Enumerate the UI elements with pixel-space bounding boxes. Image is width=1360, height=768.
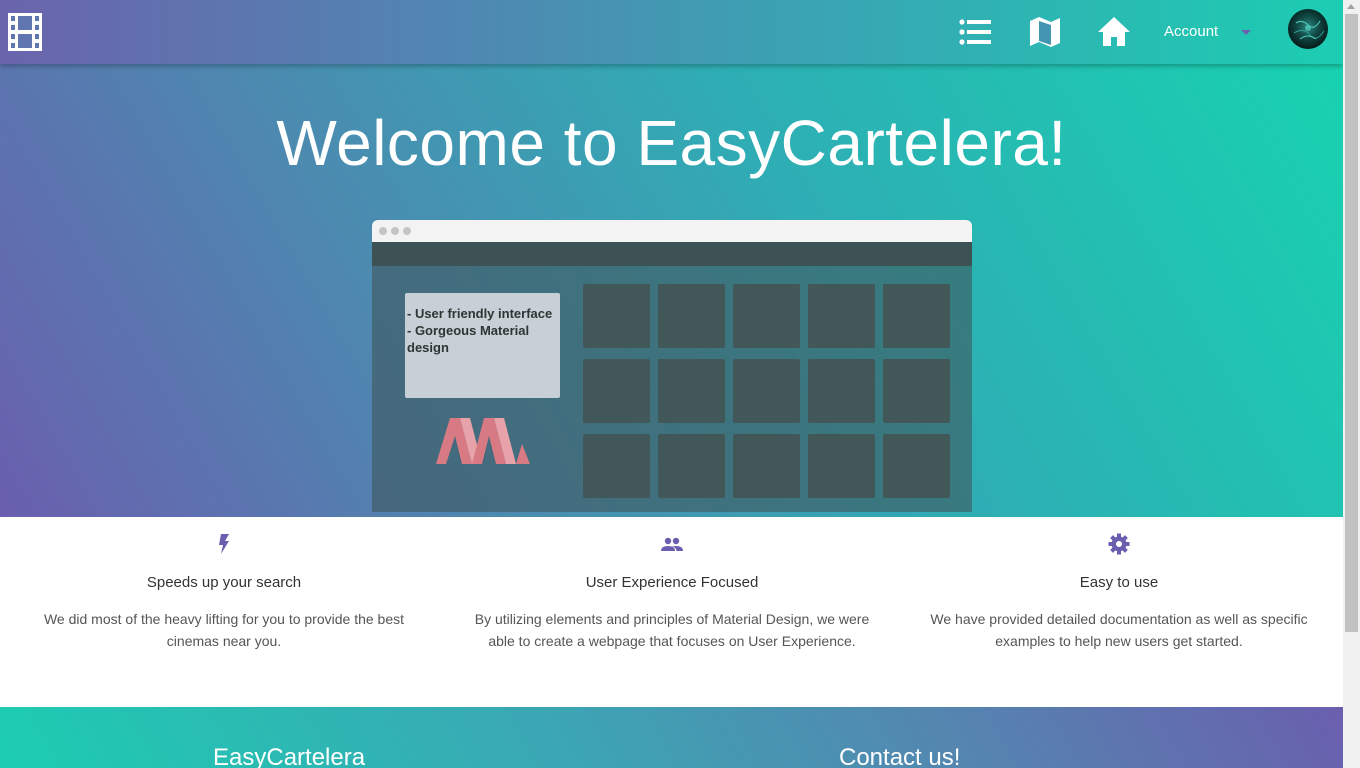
page: Welcome to EasyCartelera! - User friendl…: [0, 0, 1343, 768]
mockup-tile: [583, 434, 650, 498]
bolt-icon: [219, 534, 229, 554]
settings-icon: [1108, 533, 1130, 555]
hero-mockup-image: - User friendly interface - Gorgeous Mat…: [372, 220, 972, 512]
scrollbar-thumb[interactable]: [1345, 14, 1358, 632]
mockup-tile: [658, 284, 725, 348]
mockup-tile: [583, 284, 650, 348]
account-dropdown[interactable]: Account: [1164, 23, 1218, 40]
avatar[interactable]: [1288, 9, 1328, 49]
hero-section: Welcome to EasyCartelera! - User friendl…: [0, 0, 1343, 517]
group-icon: [661, 537, 683, 551]
window-dot: [379, 227, 387, 235]
home-icon[interactable]: [1096, 14, 1132, 50]
features-section: Speeds up your search We did most of the…: [0, 517, 1343, 707]
mockup-tile: [808, 284, 875, 348]
mockup-tile: [808, 359, 875, 423]
feature-title: Speeds up your search: [146, 574, 302, 591]
mockup-tile: [733, 359, 800, 423]
list-icon[interactable]: [957, 14, 993, 50]
mockup-tile: [733, 284, 800, 348]
feature-description: We did most of the heavy lifting for you…: [43, 611, 405, 649]
feature-title: Easy to use: [1079, 574, 1159, 591]
window-dot: [391, 227, 399, 235]
map-icon[interactable]: [1027, 14, 1063, 50]
caret-down-icon[interactable]: [1241, 30, 1251, 35]
top-navbar: Account: [0, 0, 1343, 64]
mockup-card: - User friendly interface - Gorgeous Mat…: [405, 293, 560, 398]
mockup-toolbar: [372, 242, 972, 266]
feature-title: User Experience Focused: [585, 574, 759, 591]
mockup-body: - User friendly interface - Gorgeous Mat…: [372, 266, 972, 512]
mockup-tile: [733, 434, 800, 498]
mockup-tile: [583, 359, 650, 423]
feature-description: By utilizing elements and principles of …: [474, 611, 870, 649]
vertical-scrollbar[interactable]: [1343, 0, 1360, 768]
hero-title: Welcome to EasyCartelera!: [276, 107, 1067, 179]
avatar-image: [1293, 20, 1325, 40]
mockup-tile: [808, 434, 875, 498]
feature-description: We have provided detailed documentation …: [930, 611, 1308, 649]
footer-contact-heading: Contact us!: [839, 744, 961, 768]
mockup-tile: [883, 434, 950, 498]
feature-ux: User Experience Focused By utilizing ele…: [472, 517, 872, 652]
window-dot: [403, 227, 411, 235]
mockup-tile: [658, 434, 725, 498]
mockup-tile: [883, 284, 950, 348]
scroll-up-arrow-icon[interactable]: [1347, 4, 1355, 9]
mockup-card-text: - User friendly interface - Gorgeous Mat…: [407, 306, 553, 355]
footer: EasyCartelera Contact us!: [0, 707, 1343, 768]
film-strip-icon[interactable]: [8, 13, 42, 51]
feature-speed: Speeds up your search We did most of the…: [24, 517, 424, 652]
mockup-window-bar: [372, 220, 972, 242]
feature-easy: Easy to use We have provided detailed do…: [919, 517, 1319, 652]
mockup-tile: [883, 359, 950, 423]
mockup-tile: [658, 359, 725, 423]
material-logo-icon: [436, 418, 530, 464]
footer-brand: EasyCartelera: [213, 744, 366, 768]
